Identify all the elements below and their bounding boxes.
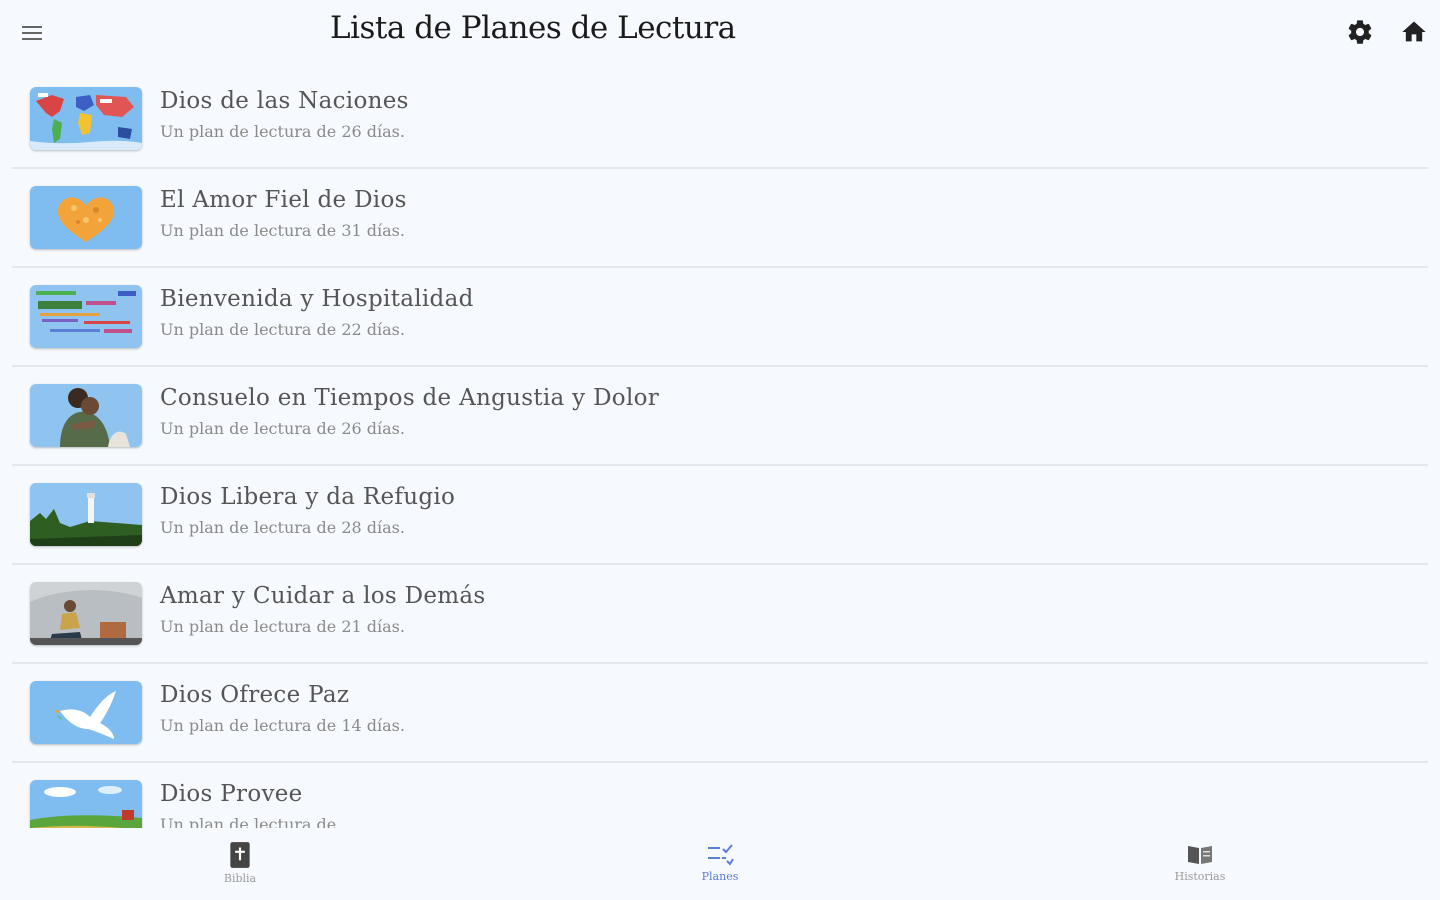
tab-biblia[interactable]: Biblia xyxy=(180,840,300,896)
plan-subtitle: Un plan de lectura de 26 días. xyxy=(160,122,405,141)
plan-title: Dios Provee xyxy=(160,781,303,807)
tab-planes[interactable]: Planes xyxy=(660,840,780,896)
plan-subtitle: Un plan de lectura de 22 días. xyxy=(160,320,405,339)
plan-title: El Amor Fiel de Dios xyxy=(160,187,407,213)
plan-item[interactable]: Bienvenida y Hospitalidad Un plan de lec… xyxy=(12,268,1428,367)
person-sitting-image xyxy=(30,582,142,645)
page-title: Lista de Planes de Lectura xyxy=(330,10,736,46)
plan-title: Dios de las Naciones xyxy=(160,88,409,114)
heart-image xyxy=(30,186,142,249)
plan-subtitle: Un plan de lectura de 21 días. xyxy=(160,617,405,636)
plan-subtitle: Un plan de lectura de 14 días. xyxy=(160,716,405,735)
lighthouse-image xyxy=(30,483,142,546)
plan-subtitle: Un plan de lectura de xyxy=(160,815,337,828)
embrace-image xyxy=(30,384,142,447)
plan-title: Bienvenida y Hospitalidad xyxy=(160,286,474,312)
tab-label: Historias xyxy=(1174,870,1226,883)
plan-title: Consuelo en Tiempos de Angustia y Dolor xyxy=(160,385,660,411)
plan-item[interactable]: El Amor Fiel de Dios Un plan de lectura … xyxy=(12,169,1428,268)
reading-plan-list[interactable]: Dios de las Naciones Un plan de lectura … xyxy=(0,70,1440,828)
plan-title: Amar y Cuidar a los Demás xyxy=(160,583,486,609)
plan-item[interactable]: Amar y Cuidar a los Demás Un plan de lec… xyxy=(12,565,1428,664)
plan-item[interactable]: Dios Libera y da Refugio Un plan de lect… xyxy=(12,466,1428,565)
tab-historias[interactable]: Historias xyxy=(1140,840,1260,896)
bottom-navigation: Biblia Planes Historias xyxy=(0,830,1440,900)
farm-landscape-image xyxy=(30,780,142,828)
plan-item[interactable]: Dios de las Naciones Un plan de lectura … xyxy=(12,70,1428,169)
plan-subtitle: Un plan de lectura de 31 días. xyxy=(160,221,405,240)
dove-image xyxy=(30,681,142,744)
plan-checklist-icon xyxy=(708,844,734,866)
bible-icon xyxy=(230,842,250,868)
open-book-icon xyxy=(1188,846,1212,864)
top-app-bar: Lista de Planes de Lectura xyxy=(0,0,1440,66)
plan-item[interactable]: Dios Provee Un plan de lectura de xyxy=(12,763,1428,828)
home-icon[interactable] xyxy=(1400,18,1428,46)
plan-item[interactable]: Consuelo en Tiempos de Angustia y Dolor … xyxy=(12,367,1428,466)
welcome-words-image xyxy=(30,285,142,348)
tab-label: Biblia xyxy=(223,872,257,885)
gear-icon[interactable] xyxy=(1346,18,1374,46)
plan-title: Dios Libera y da Refugio xyxy=(160,484,456,510)
plan-item[interactable]: Dios Ofrece Paz Un plan de lectura de 14… xyxy=(12,664,1428,763)
plan-subtitle: Un plan de lectura de 26 días. xyxy=(160,419,405,438)
plan-title: Dios Ofrece Paz xyxy=(160,682,350,708)
plan-subtitle: Un plan de lectura de 28 días. xyxy=(160,518,405,537)
tab-label: Planes xyxy=(701,870,739,883)
world-map-flags-image xyxy=(30,87,142,150)
hamburger-menu-icon[interactable] xyxy=(16,20,48,46)
